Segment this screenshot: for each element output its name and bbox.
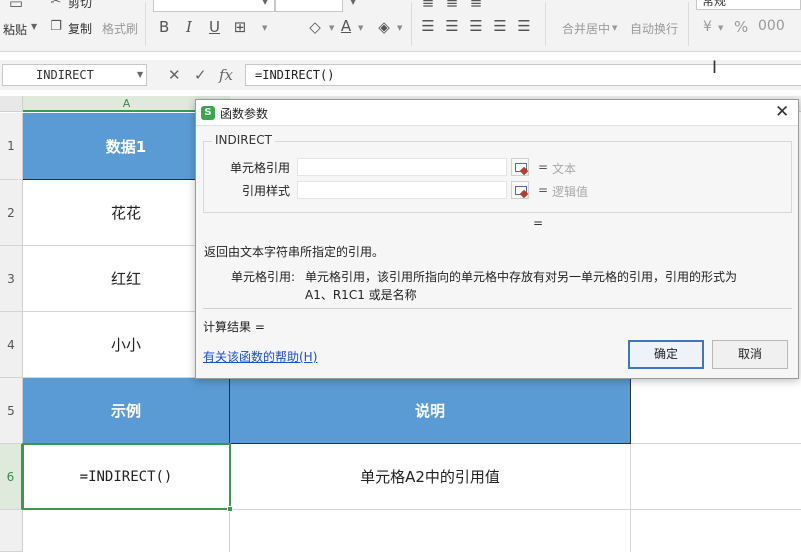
copy-button[interactable]: 复制: [68, 20, 92, 37]
formula-result-equals: =: [533, 216, 544, 230]
font-color-dropdown-icon[interactable]: ▼: [358, 24, 363, 32]
font-size-dropdown-icon[interactable]: ▼: [262, 0, 268, 6]
row-header-1[interactable]: 1: [0, 113, 23, 180]
arg-equals: =: [538, 160, 549, 174]
dialog-divider: [203, 308, 792, 309]
cell-c6[interactable]: [631, 444, 801, 510]
cancel-icon[interactable]: ✕: [168, 66, 181, 84]
arg-label-ref-text: 单元格引用: [229, 161, 290, 175]
row-header-3[interactable]: 3: [0, 246, 23, 312]
align-top-icon[interactable]: ≡: [420, 0, 436, 12]
clear-format-icon[interactable]: ◈: [375, 18, 393, 36]
cell-a5[interactable]: 示例: [23, 378, 230, 444]
row-header-2[interactable]: 2: [0, 180, 23, 246]
border-dropdown-icon[interactable]: ▼: [262, 24, 267, 32]
function-description: 返回由文本字符串所指定的引用。: [204, 245, 385, 259]
function-help-link[interactable]: 有关该函数的帮助(H): [203, 348, 317, 365]
number-format-value: 常规: [702, 0, 727, 8]
cell-c5[interactable]: [631, 378, 801, 444]
range-picker-icon[interactable]: [511, 181, 529, 199]
font-size-select[interactable]: [275, 0, 343, 12]
thousands-button[interactable]: 000: [758, 18, 785, 34]
enter-icon[interactable]: ✓: [194, 66, 207, 84]
fill-handle[interactable]: [227, 506, 233, 512]
text-cursor-icon: I: [712, 58, 718, 78]
font-name-select[interactable]: [153, 0, 275, 12]
formula-input[interactable]: =INDIRECT(): [245, 64, 801, 86]
row-header-7[interactable]: [0, 510, 23, 552]
cancel-button[interactable]: 取消: [712, 340, 788, 369]
range-picker-icon[interactable]: [511, 158, 529, 176]
percent-button[interactable]: %: [734, 18, 748, 36]
cell-a6[interactable]: =INDIRECT(): [23, 444, 230, 510]
align-middle-icon[interactable]: ≡: [444, 0, 460, 12]
close-icon[interactable]: ✕: [775, 102, 789, 122]
insert-function-icon[interactable]: fx: [219, 66, 233, 84]
merge-dropdown-icon[interactable]: ▼: [612, 24, 617, 32]
italic-button[interactable]: I: [186, 18, 192, 36]
select-all-corner[interactable]: [0, 96, 23, 112]
cell-c7[interactable]: [631, 510, 801, 552]
dialog-title: 函数参数: [220, 107, 269, 121]
align-right-icon[interactable]: ☰: [468, 17, 484, 35]
number-format-select[interactable]: 常规: [696, 0, 801, 10]
font-color-icon[interactable]: A: [338, 17, 354, 35]
arg-input-a1[interactable]: [297, 181, 507, 199]
cut-button[interactable]: 剪切: [68, 0, 92, 11]
function-name: INDIRECT: [212, 133, 275, 147]
cell-b5[interactable]: 说明: [230, 378, 631, 444]
name-box[interactable]: INDIRECT: [2, 64, 147, 86]
function-arguments-dialog: S 函数参数 ✕ INDIRECT 单元格引用 = 文本 引用样式 = 逻辑值 …: [195, 99, 799, 379]
merge-center-button[interactable]: 合并居中: [562, 20, 610, 37]
formula-bar: INDIRECT ▼ ✕ ✓ fx =INDIRECT(): [0, 60, 801, 90]
row-header-5[interactable]: 5: [0, 378, 23, 444]
fill-dropdown-icon[interactable]: ▼: [329, 24, 334, 32]
align-center-icon[interactable]: ☰: [444, 17, 460, 35]
ok-button[interactable]: 确定: [628, 340, 704, 369]
justify-icon[interactable]: ☰: [492, 17, 508, 35]
row-header-6[interactable]: 6: [0, 444, 23, 510]
distribute-icon[interactable]: ☰: [516, 17, 532, 35]
align-bottom-icon[interactable]: ≡: [468, 0, 484, 12]
paste-icon[interactable]: ▭: [6, 0, 26, 12]
wrap-text-button[interactable]: 自动换行: [630, 20, 678, 37]
argument-description-label: 单元格引用:: [231, 270, 296, 284]
argument-description-text: 单元格引用，该引用所指向的单元格中存放有对另一单元格的引用，引用的形式为 A1、…: [305, 270, 738, 302]
row-header-4[interactable]: 4: [0, 312, 23, 378]
format-painter-button[interactable]: 格式刷: [102, 20, 138, 37]
paste-button[interactable]: 粘贴: [3, 21, 27, 38]
currency-button[interactable]: ¥: [703, 19, 712, 35]
ribbon-divider: [545, 2, 546, 46]
arg-equals: =: [538, 183, 549, 197]
arg-hint-a1: 逻辑值: [552, 185, 589, 199]
underline-button[interactable]: U: [209, 18, 220, 36]
cell-b7[interactable]: [230, 510, 631, 552]
font-size-dropdown-icon-2[interactable]: ▼: [350, 0, 356, 6]
dialog-title-bar[interactable]: S 函数参数 ✕: [196, 100, 798, 126]
fill-color-icon[interactable]: ◇: [305, 18, 325, 36]
cell-b6[interactable]: 单元格A2中的引用值: [230, 444, 631, 510]
border-icon[interactable]: ⊞: [230, 18, 250, 36]
ribbon-toolbar: ▭ 粘贴 ▼ ✂ 剪切 ❐ 复制 格式刷 ▼ ▼ B I U ⊞ ▼ ◇ ▼ A…: [0, 0, 801, 52]
arguments-group: [203, 141, 792, 213]
paste-dropdown-icon[interactable]: ▼: [31, 22, 37, 31]
bold-button[interactable]: B: [159, 18, 169, 36]
currency-dropdown-icon[interactable]: ▼: [718, 24, 723, 32]
arg-label-a1: 引用样式: [241, 184, 290, 198]
clear-dropdown-icon[interactable]: ▼: [397, 24, 402, 32]
ribbon-divider: [688, 2, 689, 46]
cut-icon[interactable]: ✂: [48, 0, 64, 11]
arg-hint-ref-text: 文本: [552, 162, 577, 176]
wps-logo-icon: S: [201, 106, 215, 120]
calculation-result: 计算结果 =: [203, 320, 265, 334]
name-box-dropdown-icon[interactable]: ▼: [137, 70, 143, 79]
cell-a7[interactable]: [23, 510, 230, 552]
copy-icon[interactable]: ❐: [48, 18, 64, 36]
ribbon-divider: [411, 2, 412, 46]
align-left-icon[interactable]: ☰: [420, 17, 436, 35]
arg-input-ref-text[interactable]: [297, 158, 507, 176]
ribbon-divider: [145, 2, 146, 46]
